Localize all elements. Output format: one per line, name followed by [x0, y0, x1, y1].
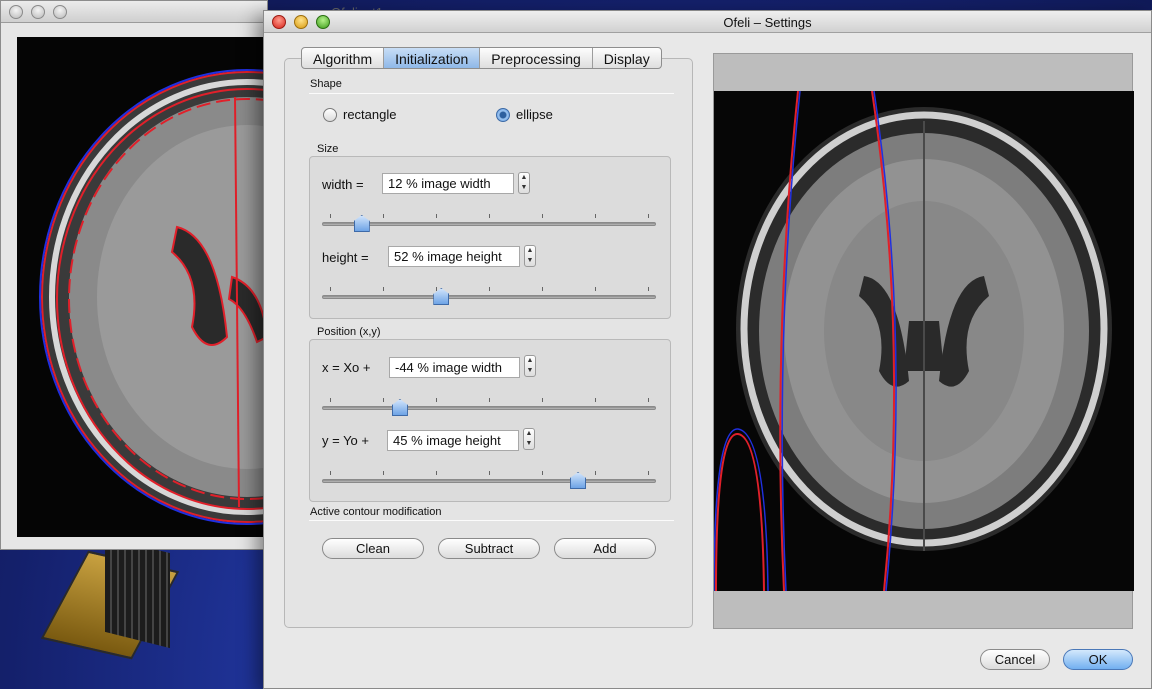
slider-tick	[330, 214, 331, 218]
slider-tick	[542, 398, 543, 402]
tab-initialization[interactable]: Initialization	[384, 48, 481, 68]
slider-tick	[330, 287, 331, 291]
x-label: x = Xo +	[322, 360, 371, 375]
slider-tick	[648, 398, 649, 402]
slider-tick	[383, 471, 384, 475]
slider-thumb[interactable]	[391, 399, 408, 416]
slider-tick	[383, 398, 384, 402]
slider-tick	[542, 471, 543, 475]
slider-track	[322, 222, 656, 226]
width-field[interactable]: 12 % image width	[382, 173, 514, 194]
slider-tick	[595, 398, 596, 402]
y-field[interactable]: 45 % image height	[387, 430, 519, 451]
slider-tick	[489, 287, 490, 291]
slider-thumb[interactable]	[570, 472, 587, 489]
height-field[interactable]: 52 % image height	[388, 246, 520, 267]
slider-tick	[383, 287, 384, 291]
x-stepper[interactable]: ▲ ▼	[524, 355, 536, 377]
image-viewer-titlebar[interactable]: Ofeli – t1.png	[1, 1, 408, 23]
settings-window[interactable]: Ofeli – Settings Algorithm Initializatio…	[263, 10, 1152, 689]
size-heading: Size	[317, 143, 339, 155]
radio-ellipse[interactable]: ellipse	[496, 107, 553, 122]
zoom-icon[interactable]	[53, 5, 67, 19]
brain-mri-preview	[714, 91, 1112, 591]
width-label: width =	[322, 177, 364, 192]
preview-panel	[713, 53, 1134, 629]
y-stepper[interactable]: ▲ ▼	[523, 428, 535, 450]
radio-ellipse-label: ellipse	[516, 107, 553, 122]
slider-tick	[489, 398, 490, 402]
image-viewer-window[interactable]: Ofeli – t1.png	[0, 0, 408, 550]
radio-button-unchecked[interactable]	[323, 107, 337, 122]
position-heading: Position (x,y)	[317, 326, 381, 338]
desktop-wallpaper-figure	[105, 536, 170, 649]
slider-tick	[542, 287, 543, 291]
tab-algorithm[interactable]: Algorithm	[302, 48, 385, 68]
close-icon[interactable]	[9, 5, 23, 19]
width-stepper[interactable]: ▲ ▼	[518, 172, 530, 194]
radio-rectangle-label: rectangle	[343, 107, 397, 122]
shape-heading: Shape	[310, 78, 342, 90]
brain-mri-left	[39, 69, 269, 525]
minimize-icon[interactable]	[31, 5, 45, 19]
slider-tick	[436, 214, 437, 218]
slider-tick	[595, 471, 596, 475]
position-groupbox: x = Xo + -44 % image width ▲ ▼ y = Yo + 4…	[309, 339, 671, 502]
separator	[309, 93, 674, 94]
width-slider[interactable]	[322, 214, 656, 234]
add-button[interactable]: Add	[554, 538, 656, 559]
slider-tick	[595, 287, 596, 291]
clean-button[interactable]: Clean	[322, 538, 424, 559]
tab-preprocessing[interactable]: Preprocessing	[480, 48, 593, 68]
height-stepper[interactable]: ▲ ▼	[524, 245, 536, 267]
slider-track	[322, 479, 656, 483]
separator	[309, 520, 674, 521]
ok-button[interactable]: OK	[1063, 649, 1133, 670]
x-field[interactable]: -44 % image width	[389, 357, 520, 378]
slider-tick	[436, 398, 437, 402]
slider-tick	[595, 214, 596, 218]
subtract-button[interactable]: Subtract	[438, 538, 540, 559]
slider-tick	[648, 471, 649, 475]
slider-tick	[489, 471, 490, 475]
x-slider[interactable]	[322, 398, 656, 418]
y-label: y = Yo +	[322, 433, 369, 448]
tab-display[interactable]: Display	[593, 48, 661, 68]
y-slider[interactable]	[322, 471, 656, 491]
radio-rectangle[interactable]: rectangle	[323, 107, 396, 122]
settings-titlebar[interactable]: Ofeli – Settings	[264, 11, 1151, 33]
window-controls	[9, 5, 67, 19]
slider-tick	[489, 214, 490, 218]
height-label: height =	[322, 250, 369, 265]
slider-tick	[648, 214, 649, 218]
slider-track	[322, 406, 656, 410]
slider-thumb[interactable]	[353, 215, 370, 232]
slider-tick	[648, 287, 649, 291]
slider-tick	[436, 287, 437, 291]
slider-tick	[542, 214, 543, 218]
cancel-button[interactable]: Cancel	[980, 649, 1050, 670]
slider-track	[322, 295, 656, 299]
slider-tick	[436, 471, 437, 475]
slider-tick	[383, 214, 384, 218]
preview-image[interactable]	[714, 91, 1134, 591]
tab-bar: Algorithm Initialization Preprocessing D…	[301, 47, 662, 69]
segmented-brain-image[interactable]	[17, 37, 269, 537]
radio-button-checked[interactable]	[496, 107, 510, 122]
initialization-panel: Shape rectangle ellipse Size width = 12 …	[284, 58, 693, 628]
slider-tick	[330, 471, 331, 475]
height-slider[interactable]	[322, 287, 656, 307]
slider-tick	[330, 398, 331, 402]
settings-title: Ofeli – Settings	[723, 15, 812, 30]
contour-heading: Active contour modification	[310, 506, 442, 518]
size-groupbox: width = 12 % image width ▲ ▼ height = 52 …	[309, 156, 671, 319]
